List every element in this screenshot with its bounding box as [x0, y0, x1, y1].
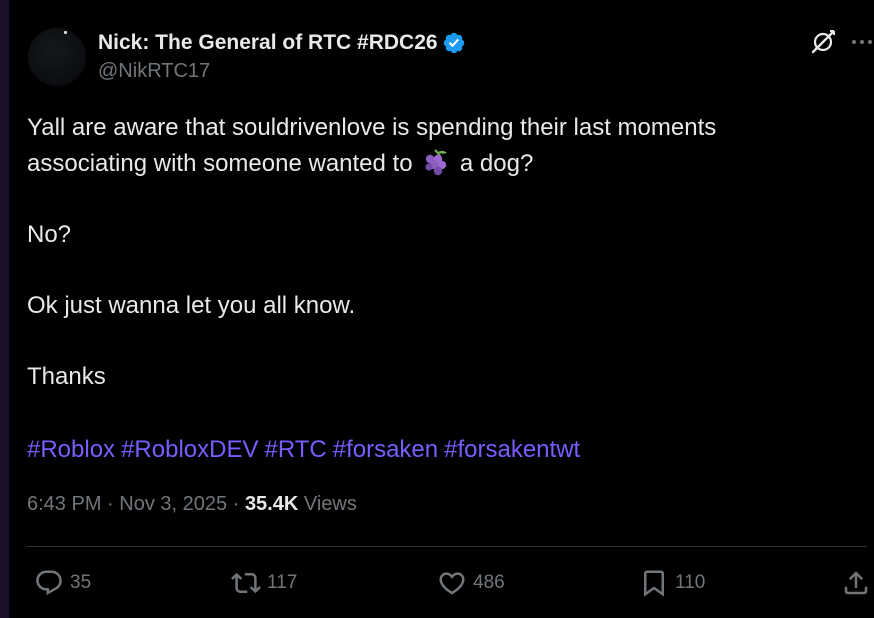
repost-count: 117	[267, 572, 298, 593]
heart-icon	[439, 572, 465, 595]
grapes-emoji-icon	[425, 148, 448, 175]
post-date[interactable]: Nov 3, 2025	[119, 493, 227, 515]
post-metadata: 6:43 PM · Nov 3, 2025 · 35.4K Views	[27, 493, 357, 516]
hashtag-link[interactable]: #Roblox	[27, 436, 115, 463]
window-left-edge	[0, 0, 9, 618]
avatar-detail	[64, 31, 67, 34]
share-icon	[844, 571, 868, 595]
post-line-1: Yall are aware that souldrivenlove is sp…	[27, 114, 717, 141]
post-blank-1	[27, 181, 847, 217]
hashtag-link[interactable]: #forsaken	[333, 436, 438, 463]
post-line-2-start: associating with someone wanted to	[27, 149, 413, 177]
author-name-row: Nick: The General of RTC #RDC26	[98, 29, 466, 57]
like-count: 486	[473, 572, 505, 593]
bookmark-icon	[644, 570, 664, 597]
bookmark-count: 110	[675, 572, 706, 593]
post-paragraph-thanks: Thanks	[27, 362, 106, 390]
views-label: Views	[303, 493, 357, 515]
separator-dot: ·	[107, 493, 114, 515]
post-line-2-end: a dog?	[459, 149, 534, 177]
post-time[interactable]: 6:43 PM	[27, 493, 101, 515]
separator-dot: ·	[232, 493, 240, 515]
hashtag-link[interactable]: #RTC	[264, 436, 326, 463]
hashtag-link[interactable]: #forsakentwt	[444, 436, 580, 463]
reply-button[interactable]: 35	[34, 566, 91, 600]
hashtag-link[interactable]: #RobloxDEV	[121, 436, 258, 463]
divider	[27, 546, 867, 547]
post-paragraph-no: No?	[27, 220, 72, 248]
reply-icon	[36, 570, 62, 596]
verified-badge-icon[interactable]	[442, 31, 466, 55]
post-blank-2	[27, 252, 847, 288]
hashtag-line: #Roblox #RobloxDEV #RTC #forsaken #forsakent…	[27, 432, 586, 467]
avatar[interactable]	[28, 28, 86, 86]
repost-button[interactable]: 117	[231, 566, 297, 600]
action-bar: 35 117 486 110	[9, 566, 874, 600]
bookmark-button[interactable]: 110	[639, 566, 705, 600]
author-handle[interactable]: @NikRTC17	[98, 60, 210, 83]
post-paragraph-let-you-know: Ok just wanna let you all know.	[27, 291, 356, 319]
post-body: Yall are aware that souldrivenlove is sp…	[27, 110, 847, 394]
like-button[interactable]: 486	[437, 566, 505, 600]
grok-icon[interactable]	[809, 28, 837, 56]
post-blank-3	[27, 323, 847, 359]
post-container: Nick: The General of RTC #RDC26 @NikRTC1…	[9, 0, 874, 618]
more-options-icon[interactable]	[849, 31, 874, 53]
views-count: 35.4K	[244, 493, 299, 515]
repost-icon	[231, 572, 261, 594]
author-display-name[interactable]: Nick: The General of RTC #RDC26	[98, 31, 438, 55]
reply-count: 35	[70, 572, 92, 593]
post-line-2: associating with someone wanted to a dog…	[27, 146, 847, 182]
share-button[interactable]	[841, 566, 871, 600]
